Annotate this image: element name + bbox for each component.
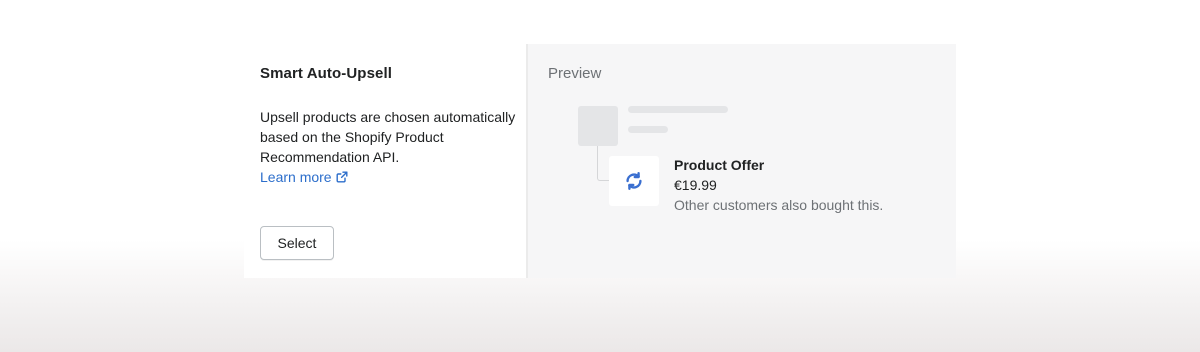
- placeholder-line: [628, 126, 668, 133]
- external-link-icon: [336, 171, 348, 183]
- smart-auto-upsell-card: Smart Auto-Upsell Upsell products are ch…: [244, 44, 956, 278]
- offer-image: [609, 156, 659, 206]
- offer-price: €19.99: [674, 177, 717, 193]
- learn-more-link[interactable]: Learn more: [260, 167, 348, 187]
- option-info-panel: Smart Auto-Upsell Upsell products are ch…: [244, 44, 526, 278]
- placeholder-product-image: [578, 106, 618, 146]
- select-button[interactable]: Select: [260, 226, 334, 260]
- offer-description: Other customers also bought this.: [674, 197, 884, 213]
- preview-title: Preview: [548, 65, 602, 82]
- option-title: Smart Auto-Upsell: [260, 65, 392, 82]
- offer-name: Product Offer: [674, 157, 765, 173]
- preview-panel: Preview Product Offer €19.99 Other custo…: [528, 44, 956, 278]
- option-description: Upsell products are chosen automatically…: [260, 109, 516, 165]
- placeholder-line: [628, 106, 728, 113]
- option-description-block: Upsell products are chosen automatically…: [260, 107, 520, 187]
- learn-more-label: Learn more: [260, 169, 332, 185]
- refresh-icon: [626, 172, 642, 190]
